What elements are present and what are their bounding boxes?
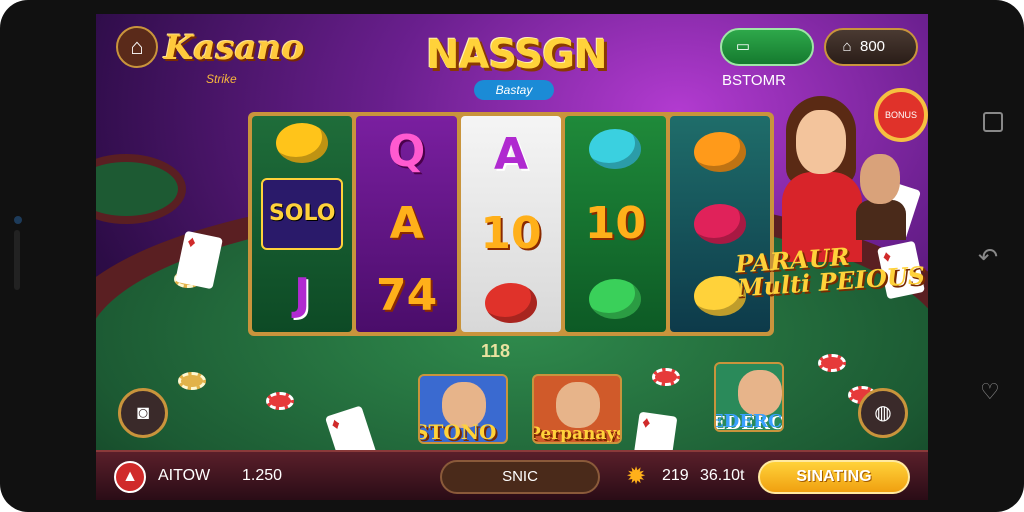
home-icon: ⌂ [130,34,144,59]
game-logo: Kasano [164,28,305,68]
counter-b: 36.10t [700,467,745,484]
chip [652,368,680,386]
lock-icon: ⌂ [842,38,852,55]
store-button[interactable]: ▭ BSTOMR [720,28,814,89]
reel-symbol [589,279,642,320]
reel-symbol: Q [387,126,426,177]
promo-text: PARAUR Multi PEIOUS [734,239,926,303]
bonus-coin-icon[interactable]: BONUS [874,88,928,142]
player-card-label: STONO [418,420,497,444]
store-label: BSTOMR [722,72,786,89]
reel-symbol: J [294,268,311,320]
chip-button[interactable]: ◍ [858,388,908,438]
game-screen: 118 ⌂ Kasano Strike NASSGN Bastay ▭ BSTOM… [96,14,928,500]
reel: SOLO J [252,116,353,332]
player-card[interactable]: Perpanays [532,374,622,444]
felt-value: 118 [481,341,511,361]
reel-symbol: A [493,129,529,181]
action-button[interactable]: SINATING [758,460,910,494]
reel-symbol: SOLO [260,177,344,250]
camera-icon: ◙ [136,402,150,424]
phone-frame: ↶ ♡ 118 ⌂ Kasano Strike NASSGN Bastay ▭ B… [0,0,1024,512]
reel-symbol [589,128,642,169]
player-card[interactable]: MEDERCO [714,362,784,432]
player-card-label: Perpanays [532,424,622,444]
reel-symbol [276,123,329,164]
reel: A 10 [460,116,562,332]
reel: 10 [565,116,666,332]
player-card-label: MEDERCO [716,411,783,432]
title-subtitle: Bastay [474,80,554,100]
side-table [96,154,186,224]
reel-symbol [485,282,538,323]
player-character [856,154,906,240]
recent-apps-icon[interactable] [983,112,1003,132]
reel: Q A 74 [356,116,457,332]
bottom-bar: ▲ AITOW 1.250 SNIC ✹ 219 36.10t SINATING [96,450,928,500]
home-button[interactable]: ⌂ [116,26,158,68]
player-card[interactable]: STONO [418,374,508,444]
volume-button [14,230,20,290]
reel-symbol [693,132,746,172]
game-title: NASSGN [426,32,608,78]
counter-a: 219 [662,467,689,484]
reel-symbol: 10 [584,197,647,249]
balance-value: 800 [860,38,886,55]
reel-symbol [693,204,746,244]
chip [266,392,294,410]
front-camera [14,216,22,224]
sun-icon: ✹ [626,463,647,490]
reel-symbol: 74 [375,270,438,321]
chip [818,354,846,372]
balance-pill[interactable]: ⌂ 800 [824,28,918,66]
hat-icon[interactable]: ▲ [114,461,146,493]
bar-amount: 1.250 [242,467,283,484]
logo-subtitle: Strike [206,72,237,86]
slot-reels[interactable]: SOLO J Q A 74 A 10 10 [248,112,774,336]
reel-symbol: A [389,198,424,249]
bar-label: AITOW [158,467,211,484]
camera-button[interactable]: ◙ [118,388,168,438]
reel-symbol: 10 [480,207,542,259]
back-icon[interactable]: ↶ [978,245,1004,271]
mid-button[interactable]: SNIC [440,460,600,494]
chip-icon: ◍ [874,402,892,424]
ticket-icon: ▭ [735,38,751,55]
chip [178,372,206,390]
home-nav-icon[interactable]: ♡ [980,380,1004,404]
